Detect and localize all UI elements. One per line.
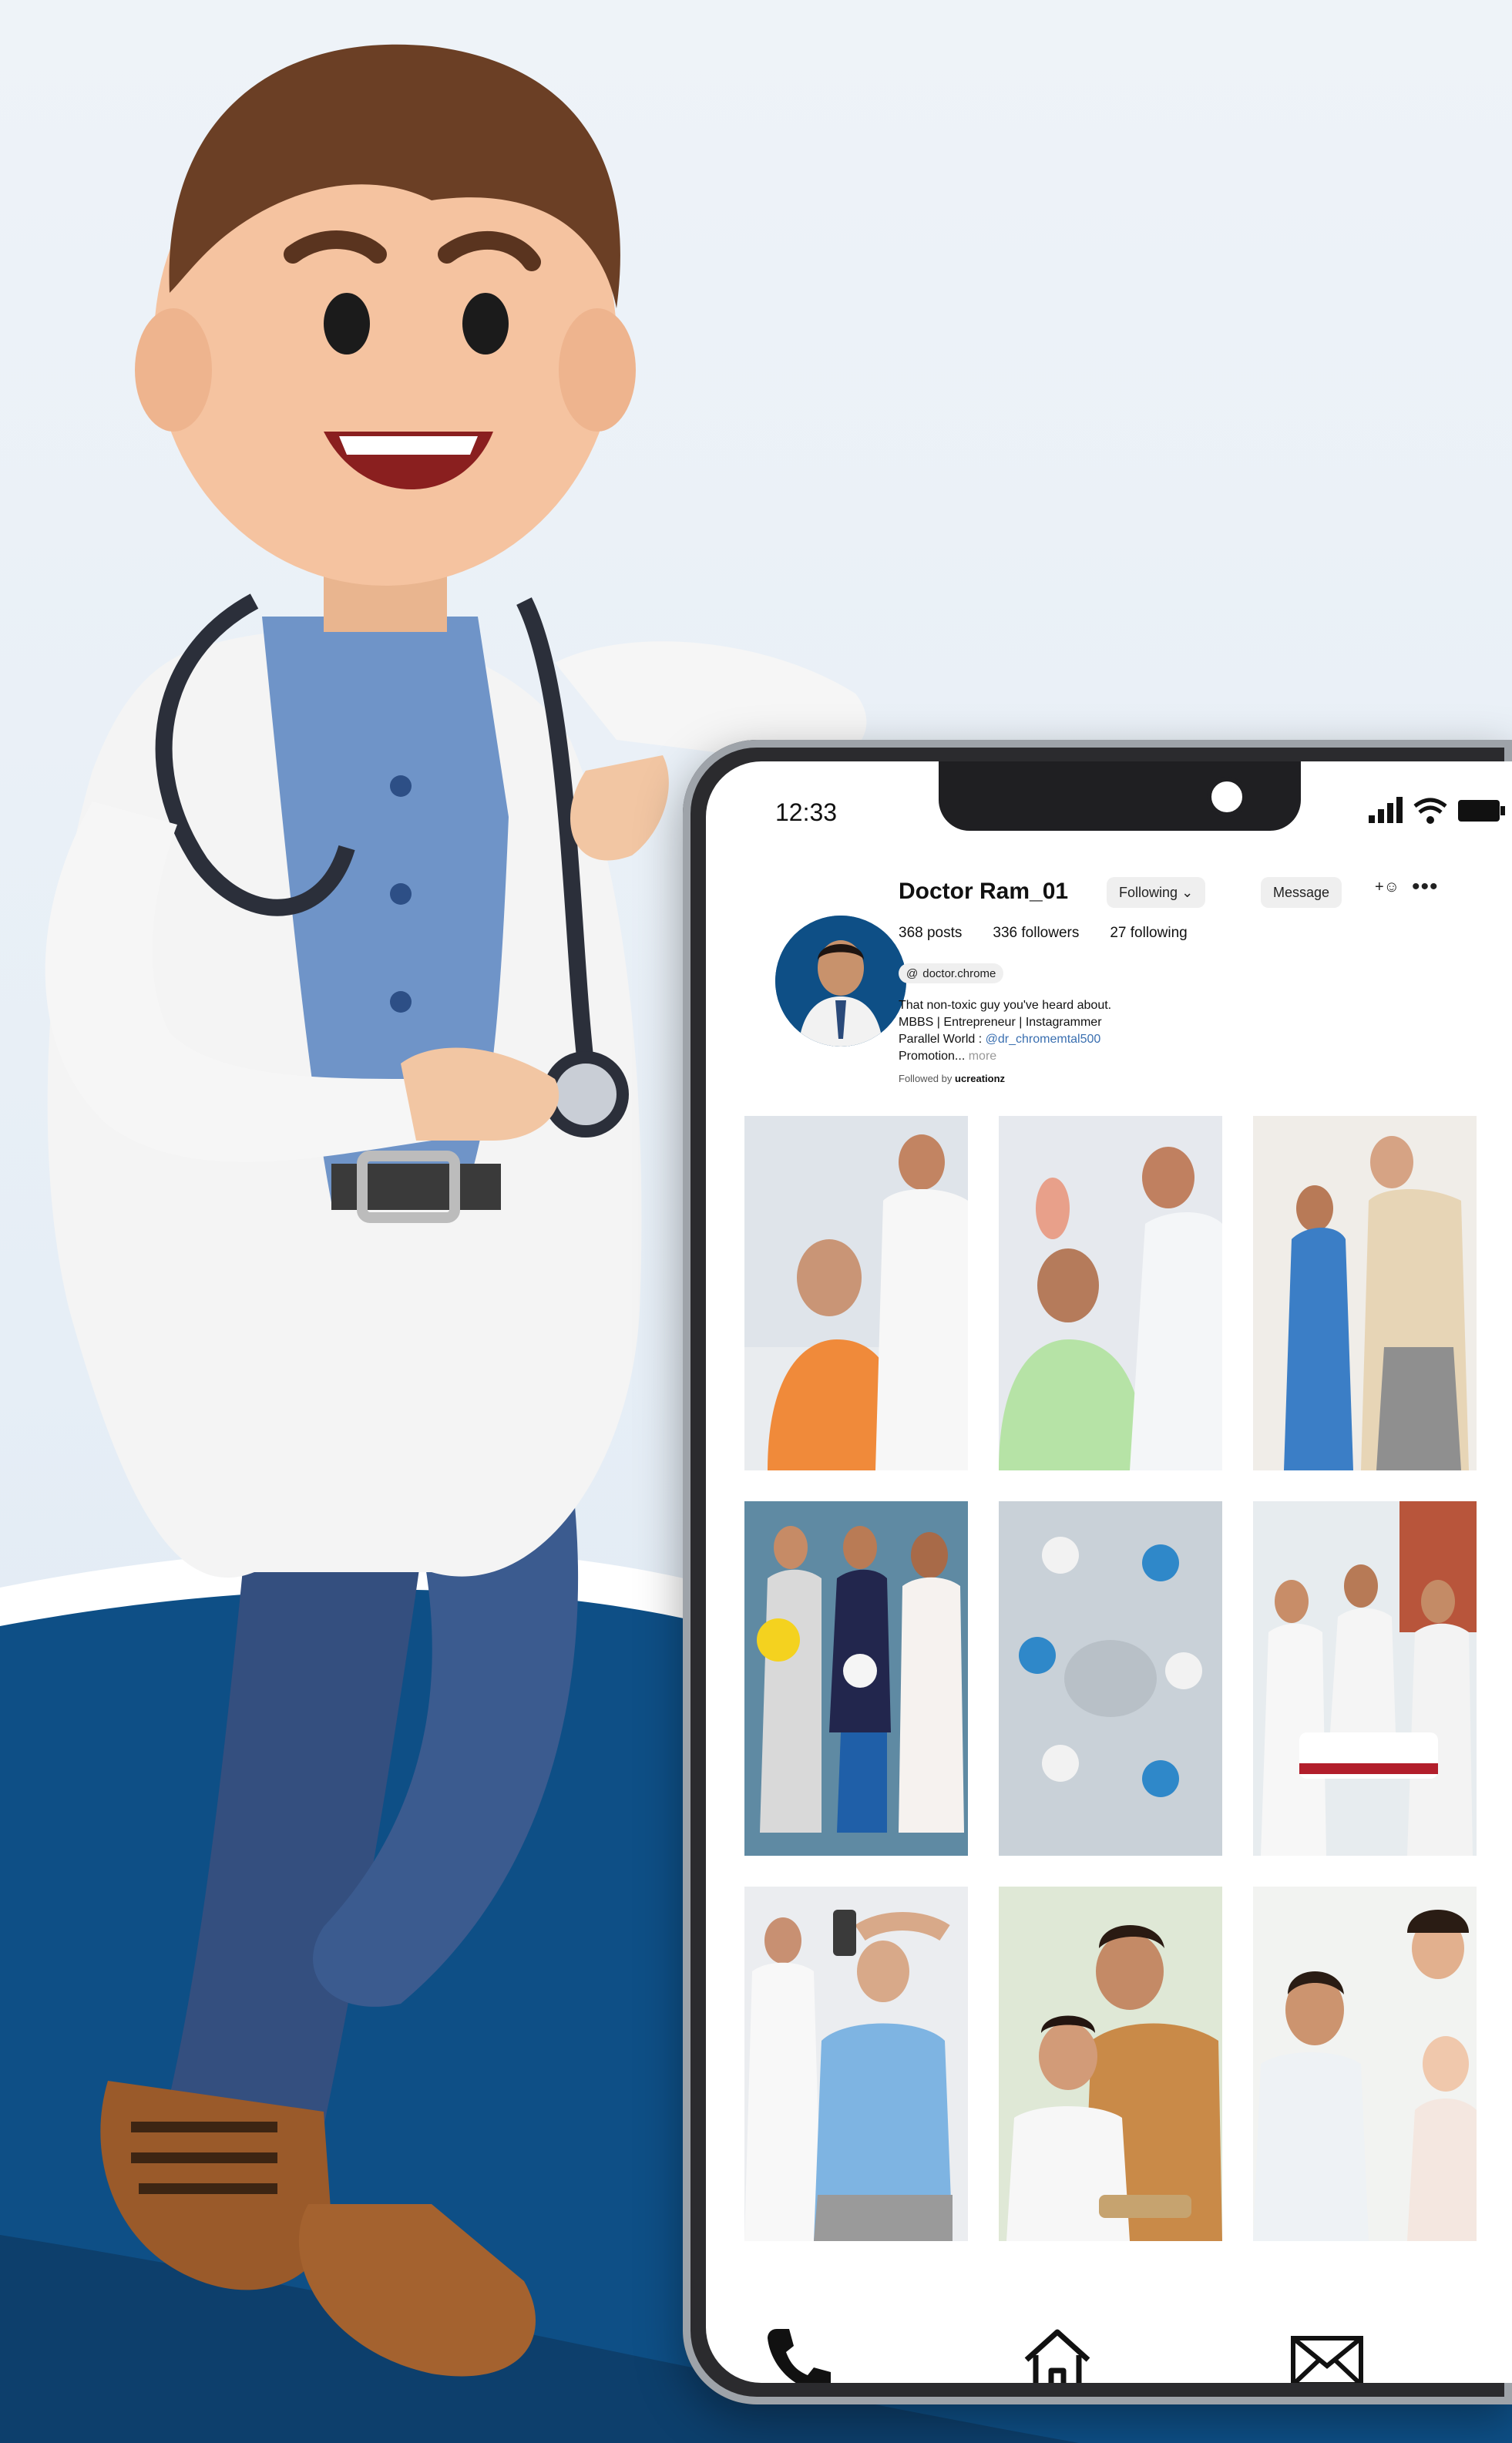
post-photo [999,1501,1222,1856]
post-photo [744,1116,968,1470]
smartphone-frame: 12:33 Doctor Ram_01 Following ⌄ Message … [683,740,1512,2404]
following-count[interactable]: 27 following [1110,925,1187,942]
status-time: 12:33 [775,798,838,826]
add-user-icon[interactable]: +☺ [1375,879,1399,896]
bio-line-4: Promotion... more [899,1048,1253,1065]
profile-username: Doctor Ram_01 [899,879,1069,904]
phone-icon[interactable] [760,2321,837,2383]
post-tile[interactable] [999,1501,1222,1856]
post-tile[interactable] [999,1887,1222,2241]
post-tile[interactable] [744,1116,968,1470]
bio-line-1: That non-toxic guy you've heard about. [899,999,1112,1012]
followers-count[interactable]: 336 followers [993,925,1079,942]
bio-line-2: MBBS | Entrepreneur | Instagrammer [899,1016,1102,1029]
followed-by-user: ucreationz [955,1073,1006,1084]
post-photo [999,1116,1222,1470]
post-tile[interactable] [1253,1501,1477,1856]
more-options-icon[interactable]: ••• [1412,874,1439,900]
post-photo [1253,1116,1477,1470]
home-icon[interactable] [1019,2321,1096,2383]
post-tile[interactable] [1253,1887,1477,2241]
profile-stats: 368 posts 336 followers 27 following [899,925,1188,942]
post-tile[interactable] [744,1501,968,1856]
bio-line-4-text: Promotion... [899,1050,966,1063]
following-button[interactable]: Following ⌄ [1107,877,1206,908]
post-photo [1253,1887,1477,2241]
chevron-down-icon: ⌄ [1181,885,1194,900]
mail-icon[interactable] [1289,2321,1366,2383]
post-tile[interactable] [1253,1116,1477,1470]
post-photo [1253,1501,1477,1856]
bio-line-3: Parallel World : @dr_chromemtal500 [899,1031,1253,1048]
followed-by[interactable]: Followed by ucreationz [899,1073,1005,1084]
post-photo [999,1887,1222,2241]
threads-badge[interactable]: @ doctor.chrome [899,963,1004,983]
bottom-navigation [706,2312,1512,2383]
profile-bio: That non-toxic guy you've heard about. M… [899,997,1253,1065]
threads-handle: doctor.chrome [922,966,996,980]
battery-icon [1458,800,1505,822]
message-button[interactable]: Message [1261,877,1342,908]
signal-icon [1369,797,1403,823]
status-icons [1369,797,1505,824]
posts-count[interactable]: 368 posts [899,925,962,942]
bio-more-link[interactable]: more [969,1050,996,1063]
followed-by-prefix: Followed by [899,1073,953,1084]
post-photo [744,1501,968,1856]
wifi-icon [1413,798,1447,824]
post-tile[interactable] [744,1887,968,2241]
bio-mention-link[interactable]: @dr_chromemtal500 [986,1033,1101,1046]
phone-screen: 12:33 Doctor Ram_01 Following ⌄ Message … [706,761,1512,2383]
post-photo [744,1887,968,2241]
following-label: Following [1119,885,1178,900]
bio-line-3-prefix: Parallel World : [899,1033,983,1046]
front-camera-icon [1207,777,1247,817]
avatar-photo [775,916,906,1047]
profile-avatar[interactable] [775,916,906,1047]
threads-icon: @ [906,966,919,980]
post-tile[interactable] [999,1116,1222,1470]
